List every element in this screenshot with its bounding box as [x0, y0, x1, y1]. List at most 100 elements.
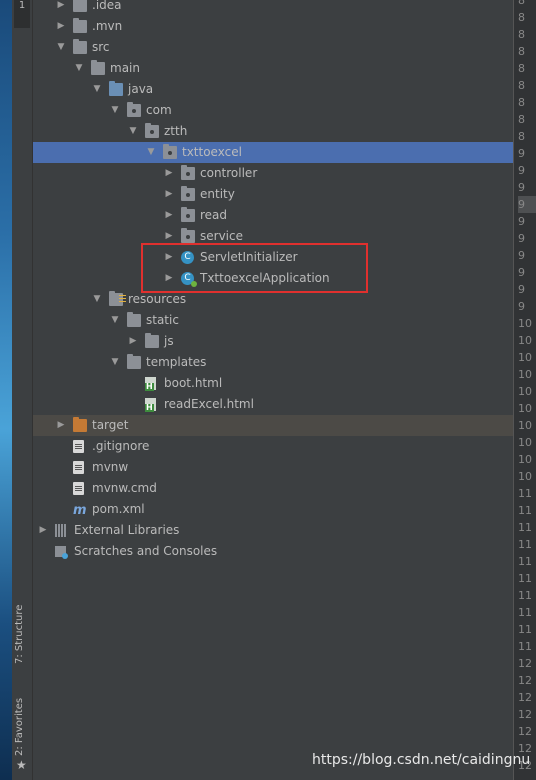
text-file-icon: [73, 440, 84, 453]
package-icon: [181, 165, 195, 180]
collapsed-arrow-icon[interactable]: ▶: [127, 331, 139, 352]
collapsed-arrow-icon[interactable]: ▶: [163, 163, 175, 184]
tree-row[interactable]: readExcel.html: [33, 394, 513, 415]
expanded-arrow-icon[interactable]: ▼: [73, 58, 85, 79]
tool-window-strip: 1 7: Structure 2: Favorites ★: [12, 0, 33, 780]
line-number: 12: [518, 657, 532, 670]
expanded-arrow-icon[interactable]: ▼: [145, 142, 157, 163]
expanded-arrow-icon[interactable]: ▼: [109, 310, 121, 331]
tree-row-label: main: [110, 61, 140, 75]
collapsed-arrow-icon[interactable]: ▶: [163, 205, 175, 226]
tree-row-label: templates: [146, 355, 207, 369]
folder-icon: [91, 60, 105, 75]
tree-row[interactable]: ▶ read: [33, 205, 513, 226]
tree-row[interactable]: ▶ js: [33, 331, 513, 352]
project-tab-number: 1: [18, 0, 26, 11]
package-icon: [127, 102, 141, 117]
line-number: 10: [518, 334, 532, 347]
tree-row[interactable]: ▼ templates: [33, 352, 513, 373]
folder-icon: [73, 0, 87, 12]
collapsed-arrow-icon[interactable]: ▶: [55, 0, 67, 16]
tree-row-label: mvnw: [92, 460, 129, 474]
favorites-tool-tab[interactable]: 2: Favorites: [14, 690, 25, 756]
package-icon: [145, 123, 159, 138]
line-number: 10: [518, 436, 532, 449]
tree-row[interactable]: m pom.xml: [33, 499, 513, 520]
line-number: 10: [518, 402, 532, 415]
tree-row[interactable]: boot.html: [33, 373, 513, 394]
line-number: 11: [518, 640, 532, 653]
tree-row[interactable]: ▼ src: [33, 37, 513, 58]
tree-row[interactable]: mvnw.cmd: [33, 478, 513, 499]
tree-row[interactable]: ▼ java: [33, 79, 513, 100]
tree-row-label: static: [146, 313, 179, 327]
package-icon: [181, 207, 195, 222]
tree-row-label: .gitignore: [92, 439, 150, 453]
tree-row[interactable]: Scratches and Consoles: [33, 541, 513, 562]
collapsed-arrow-icon[interactable]: ▶: [37, 520, 49, 541]
tree-row-label: External Libraries: [74, 523, 180, 537]
structure-tab-label: 7: Structure: [14, 604, 25, 664]
line-number: 12: [518, 725, 532, 738]
line-number: 11: [518, 589, 532, 602]
project-tool-tab[interactable]: 1: [14, 0, 30, 28]
line-number-gutter: 8 8 8 8 8 8 8 8 8 9 9 9 9 9 9 9 9 9 9 10 10 10 10 10 10 10 10 10 10 1…: [513, 0, 536, 780]
tree-row[interactable]: ▶ .mvn: [33, 16, 513, 37]
tree-row[interactable]: ▼ com: [33, 100, 513, 121]
scratches-icon: [55, 546, 68, 559]
line-number: 9: [518, 147, 525, 160]
tree-row[interactable]: .gitignore: [33, 436, 513, 457]
line-number: 8: [518, 28, 525, 41]
expanded-arrow-icon[interactable]: ▼: [91, 79, 103, 100]
tree-row-label: js: [164, 334, 174, 348]
tree-row-label: com: [146, 103, 172, 117]
line-number: 10: [518, 453, 532, 466]
line-number: 10: [518, 385, 532, 398]
line-number: 10: [518, 470, 532, 483]
expanded-arrow-icon[interactable]: ▼: [91, 289, 103, 310]
watermark: https://blog.csdn.net/caidingnu: [312, 752, 531, 768]
collapsed-arrow-icon[interactable]: ▶: [55, 16, 67, 37]
folder-icon: [145, 333, 159, 348]
folder-icon: [73, 18, 87, 33]
tree-row[interactable]: ▶ target: [33, 415, 513, 436]
tree-row[interactable]: ▶ External Libraries: [33, 520, 513, 541]
html-file-icon: [145, 377, 156, 391]
line-number: 11: [518, 487, 532, 500]
star-icon: ★: [16, 758, 27, 772]
folder-icon: [73, 39, 87, 54]
collapsed-arrow-icon[interactable]: ▶: [163, 184, 175, 205]
tree-row[interactable]: ▼ static: [33, 310, 513, 331]
tree-row[interactable]: ▼ main: [33, 58, 513, 79]
line-number: 8: [518, 0, 525, 7]
tree-row[interactable]: ▶ .idea: [33, 0, 513, 16]
excluded-folder-icon: [73, 417, 87, 432]
expanded-arrow-icon[interactable]: ▼: [109, 100, 121, 121]
tree-row-label: .idea: [92, 0, 122, 12]
line-number: 11: [518, 572, 532, 585]
line-number: 12: [518, 691, 532, 704]
structure-tool-tab[interactable]: 7: Structure: [14, 594, 25, 664]
tree-row[interactable]: ▶ controller: [33, 163, 513, 184]
tree-row[interactable]: ▼ ztth: [33, 121, 513, 142]
line-number: 8: [518, 130, 525, 143]
expanded-arrow-icon[interactable]: ▼: [55, 37, 67, 58]
line-number: 11: [518, 521, 532, 534]
tree-row[interactable]: mvnw: [33, 457, 513, 478]
line-number: 8: [518, 45, 525, 58]
line-number: 8: [518, 11, 525, 24]
project-tree[interactable]: ▶ .idea ▶ .mvn ▼ src ▼ main ▼ java ▼ com ▼ ztth ▼ txtto…: [33, 0, 513, 780]
maven-icon: m: [73, 503, 87, 518]
collapsed-arrow-icon[interactable]: ▶: [55, 415, 67, 436]
expanded-arrow-icon[interactable]: ▼: [127, 121, 139, 142]
line-number: 12: [518, 708, 532, 721]
line-number: 10: [518, 419, 532, 432]
line-number: 9: [518, 232, 525, 245]
tree-row[interactable]: ▼ txttoexcel: [33, 142, 513, 163]
tree-row-label: .mvn: [92, 19, 123, 33]
line-number: 9: [518, 215, 525, 228]
tree-row[interactable]: ▶ entity: [33, 184, 513, 205]
tree-row-label: txttoexcel: [182, 145, 242, 159]
line-number: 9: [518, 164, 525, 177]
expanded-arrow-icon[interactable]: ▼: [109, 352, 121, 373]
